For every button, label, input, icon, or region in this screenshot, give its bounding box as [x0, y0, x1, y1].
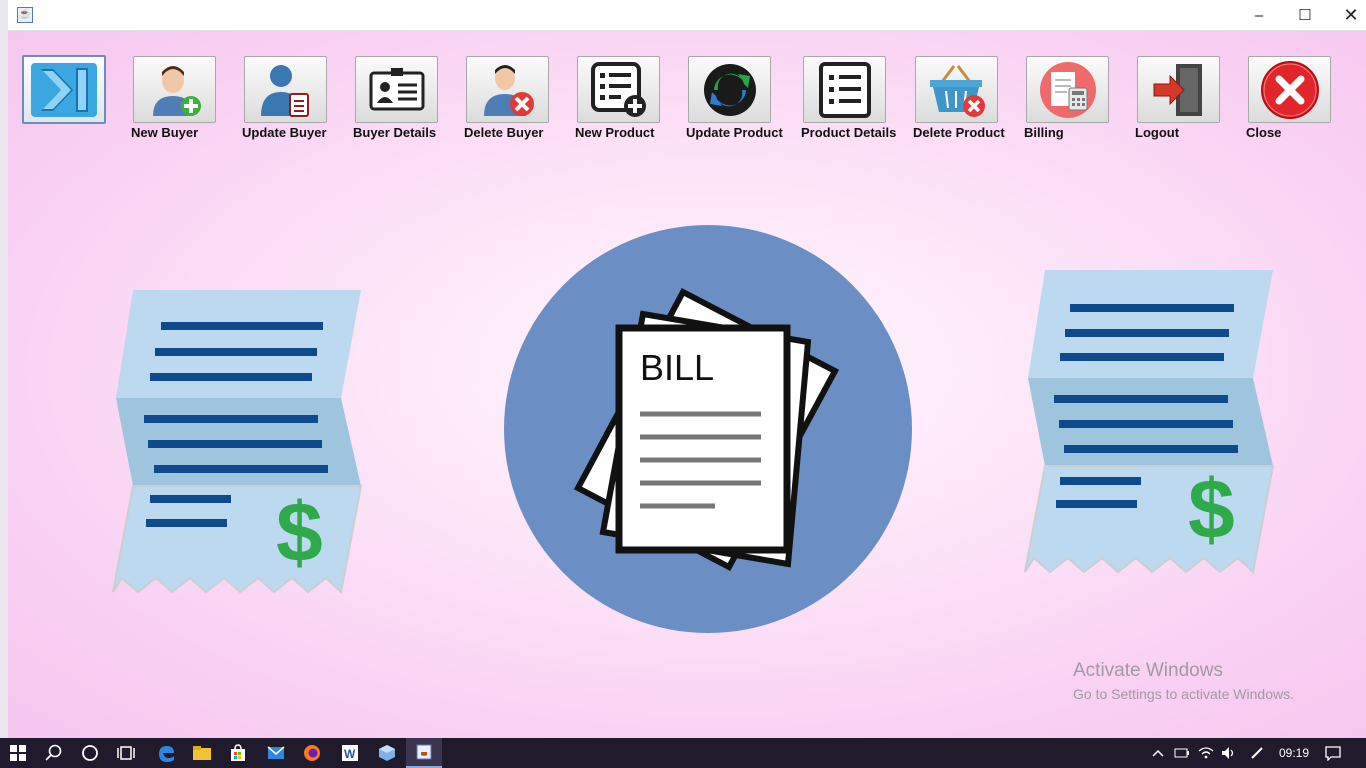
- edge-icon: [159, 746, 174, 762]
- buyer-details-label: Buyer Details: [353, 125, 437, 140]
- receipt-illustration-right: $: [1024, 270, 1275, 574]
- word-icon: W: [342, 745, 358, 761]
- cortana-icon: [82, 745, 98, 761]
- product-details-label: Product Details: [801, 125, 897, 140]
- mail-button[interactable]: [258, 738, 294, 768]
- list-icon: [818, 61, 871, 118]
- search-icon: [45, 744, 62, 761]
- delete-buyer-button[interactable]: [466, 56, 549, 123]
- search-button[interactable]: [36, 738, 72, 768]
- java-icon: ☕: [17, 7, 33, 23]
- billing-button[interactable]: [1026, 56, 1109, 123]
- box-app-icon: [379, 745, 395, 761]
- edge-button[interactable]: [148, 738, 184, 768]
- update-buyer-label: Update Buyer: [242, 125, 327, 140]
- mail-icon: [267, 746, 285, 759]
- dollar-sign-right: $: [1188, 462, 1235, 556]
- logout-label: Logout: [1135, 125, 1180, 140]
- close-circle-icon: [1260, 60, 1319, 119]
- update-product-button[interactable]: [688, 56, 771, 123]
- speaker-icon: [1222, 747, 1234, 759]
- delete-product-button[interactable]: [915, 56, 998, 123]
- task-view-button[interactable]: [108, 738, 144, 768]
- windows-start-button[interactable]: [0, 738, 36, 768]
- bill-circle-illustration: BILL: [504, 225, 912, 633]
- chevron-up-icon: [1152, 749, 1164, 757]
- add-user-icon: [152, 65, 201, 116]
- billing-icon: [1039, 61, 1096, 118]
- new-buyer-label: New Buyer: [131, 125, 199, 140]
- store-button[interactable]: [220, 738, 256, 768]
- store-icon: [231, 744, 245, 761]
- notification-icon: [1325, 746, 1341, 761]
- dollar-sign-left: $: [276, 485, 323, 579]
- watermark-title: Activate Windows: [1073, 660, 1223, 681]
- close-app-button[interactable]: [1248, 56, 1331, 123]
- taskbar: W 09:19: [0, 738, 1366, 768]
- battery-button[interactable]: [1172, 738, 1192, 768]
- close-label: Close: [1246, 125, 1282, 140]
- cortana-button[interactable]: [72, 738, 108, 768]
- clock[interactable]: 09:19: [1272, 738, 1316, 768]
- expand-sidebar-icon: [31, 62, 97, 117]
- receipt-illustration-left: $: [112, 290, 363, 594]
- buyer-details-button[interactable]: [355, 56, 438, 123]
- title-bar: ☕ – ☐ ✕: [8, 0, 1366, 31]
- delete-buyer-label: Delete Buyer: [464, 125, 544, 140]
- show-hidden-icons-button[interactable]: [1148, 738, 1168, 768]
- new-product-button[interactable]: [577, 56, 660, 123]
- edit-user-icon: [260, 64, 309, 117]
- firefox-icon: [304, 745, 320, 761]
- maximize-button[interactable]: ☐: [1282, 0, 1328, 30]
- new-buyer-button[interactable]: [133, 56, 216, 123]
- minimize-button[interactable]: –: [1236, 0, 1282, 30]
- bill-title: BILL: [640, 347, 714, 388]
- delete-basket-icon: [929, 64, 985, 117]
- update-buyer-button[interactable]: [244, 56, 327, 123]
- refresh-icon: [703, 63, 756, 116]
- new-product-label: New Product: [575, 125, 655, 140]
- close-window-button[interactable]: ✕: [1328, 0, 1366, 30]
- add-list-icon: [590, 61, 646, 117]
- wifi-icon: [1198, 747, 1214, 759]
- network-button[interactable]: [1196, 738, 1216, 768]
- main-content: New Buyer Update Buyer Buyer Details Del…: [8, 31, 1366, 738]
- java-app-icon: [416, 744, 432, 760]
- battery-icon: [1174, 748, 1189, 758]
- svg-text:W: W: [344, 747, 356, 761]
- pen-icon: [1251, 747, 1263, 759]
- expand-sidebar-button[interactable]: [22, 55, 106, 124]
- billing-label: Billing: [1024, 125, 1064, 140]
- delete-user-icon: [483, 64, 534, 116]
- firefox-button[interactable]: [294, 738, 330, 768]
- file-explorer-icon: [193, 746, 211, 760]
- windows-start-icon: [10, 745, 26, 761]
- word-button[interactable]: W: [332, 738, 368, 768]
- volume-button[interactable]: [1219, 738, 1239, 768]
- box-app-button[interactable]: [369, 738, 405, 768]
- delete-product-label: Delete Product: [913, 125, 1005, 140]
- action-center-button[interactable]: [1320, 738, 1346, 768]
- logout-button[interactable]: [1137, 56, 1220, 123]
- java-app-button[interactable]: [406, 738, 442, 768]
- app-window: ☕ – ☐ ✕ New Buyer Update Buyer Buyer Det…: [8, 0, 1366, 738]
- logout-door-icon: [1153, 63, 1202, 116]
- file-explorer-button[interactable]: [184, 738, 220, 768]
- update-product-label: Update Product: [686, 125, 783, 140]
- task-view-icon: [117, 746, 135, 760]
- watermark-subtitle: Go to Settings to activate Windows.: [1073, 686, 1294, 702]
- pen-button[interactable]: [1247, 738, 1267, 768]
- id-card-icon: [369, 67, 424, 110]
- product-details-button[interactable]: [803, 56, 886, 123]
